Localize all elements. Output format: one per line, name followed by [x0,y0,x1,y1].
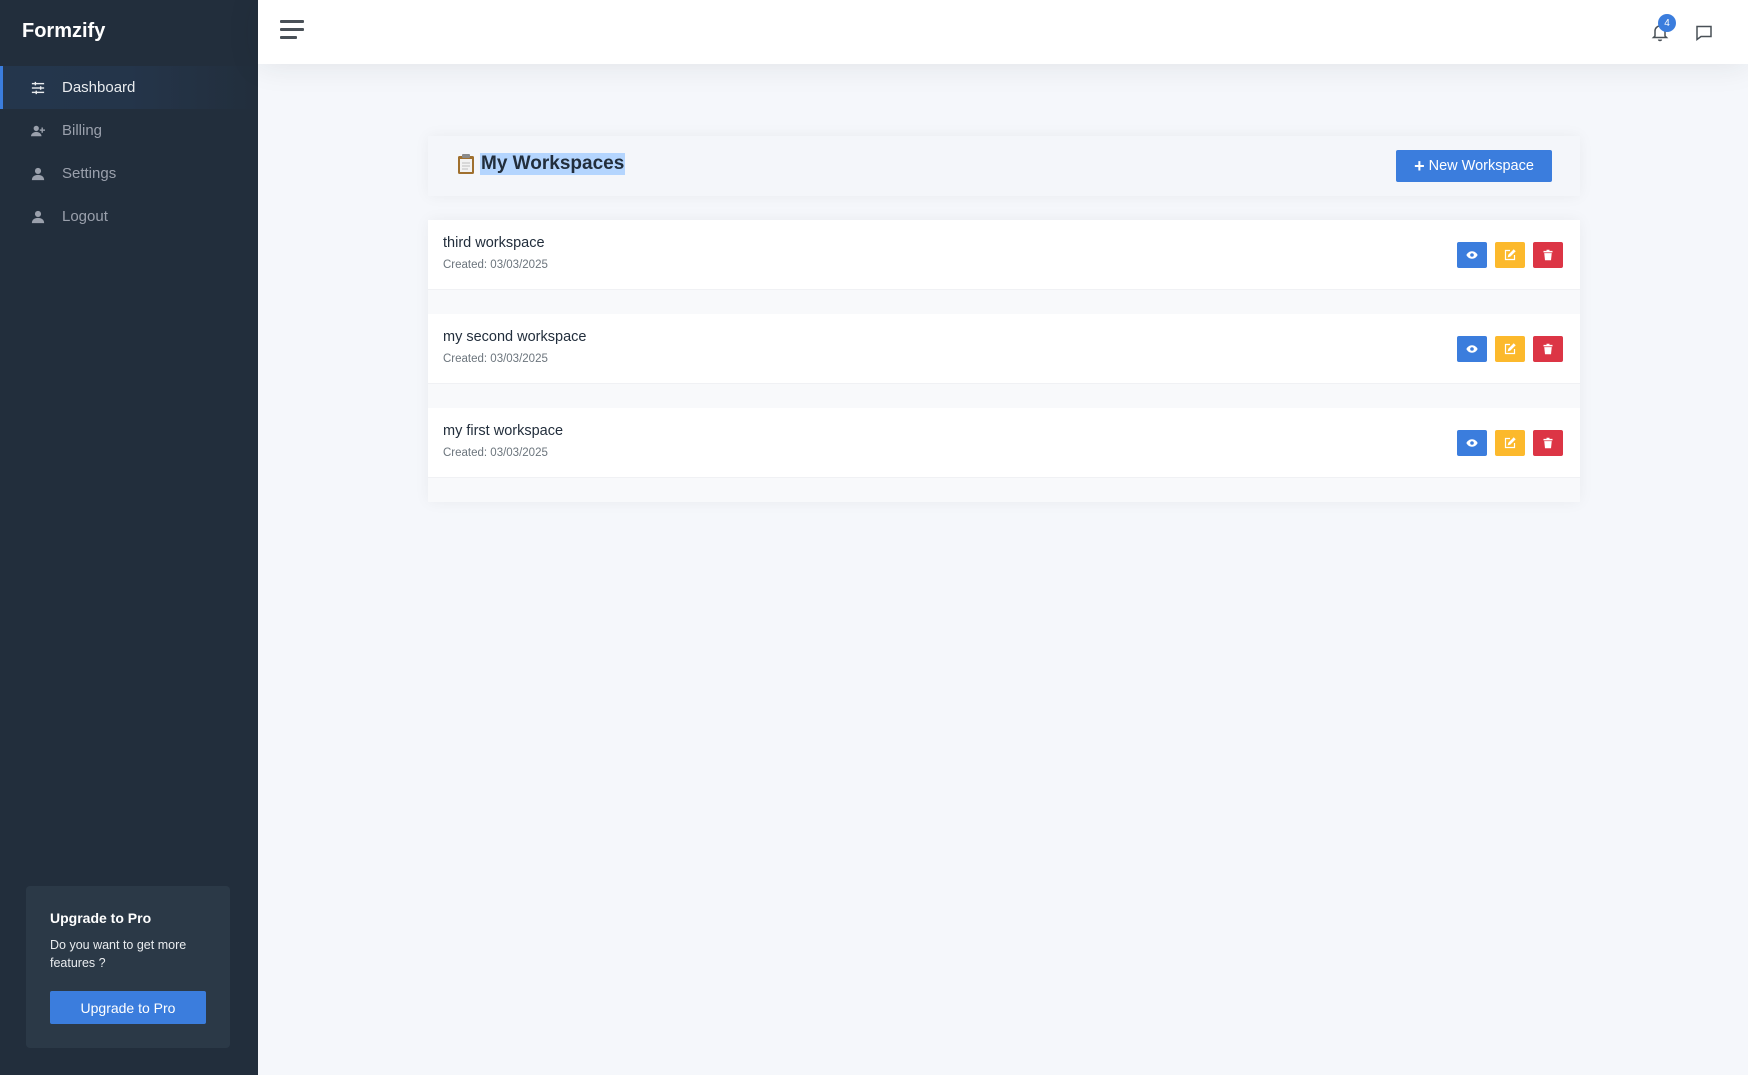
view-button[interactable] [1457,430,1487,456]
delete-button[interactable] [1533,430,1563,456]
edit-icon [1504,343,1516,355]
sidebar-item-settings[interactable]: Settings [0,152,258,195]
sidebar-item-dashboard[interactable]: Dashboard [0,66,258,109]
workspace-name[interactable]: my second workspace [443,329,586,345]
hamburger-menu-icon[interactable] [280,20,306,42]
upgrade-title: Upgrade to Pro [50,910,152,926]
trash-icon [1543,437,1553,449]
sliders-icon [29,79,47,97]
upgrade-text: Do you want to get more features ? [50,938,187,970]
sidebar-item-label: Logout [62,208,108,225]
workspace-row[interactable]: my first workspace Created: 03/03/2025 [428,408,1580,478]
topbar [258,0,1748,64]
page-title: My Workspaces [456,153,626,175]
workspace-created-date: Created: 03/03/2025 [443,353,548,365]
workspace-row[interactable]: third workspace Created: 03/03/2025 [428,220,1580,290]
workspace-name[interactable]: my first workspace [443,423,563,439]
eye-icon [1466,251,1478,259]
upgrade-card: Upgrade to Pro Do you want to get more f… [26,886,230,1048]
brand-logo[interactable]: Formzify [22,20,105,43]
view-button[interactable] [1457,336,1487,362]
view-button[interactable] [1457,242,1487,268]
edit-button[interactable] [1495,430,1525,456]
edit-button[interactable] [1495,336,1525,362]
eye-icon [1466,439,1478,447]
sidebar-item-billing[interactable]: Billing [0,109,258,152]
workspace-created-date: Created: 03/03/2025 [443,447,548,459]
user-plus-icon [29,122,47,140]
user-icon [29,208,47,226]
workspace-list: third workspace Created: 03/03/2025 my s… [428,220,1580,502]
eye-icon [1466,345,1478,353]
user-icon [29,165,47,183]
edit-icon [1504,249,1516,261]
trash-icon [1543,343,1553,355]
workspaces-header: My Workspaces + New Workspace [428,136,1580,196]
delete-button[interactable] [1533,242,1563,268]
page-title-text: My Workspaces [480,153,626,175]
notification-badge: 4 [1658,14,1676,32]
workspace-created-date: Created: 03/03/2025 [443,259,548,271]
new-workspace-button[interactable]: + New Workspace [1396,150,1552,182]
clipboard-icon [456,153,476,175]
new-workspace-label: New Workspace [1428,158,1534,174]
sidebar-nav: Dashboard Billing Settings Logout [0,66,258,238]
sidebar-item-logout[interactable]: Logout [0,195,258,238]
delete-button[interactable] [1533,336,1563,362]
edit-button[interactable] [1495,242,1525,268]
workspace-row[interactable]: my second workspace Created: 03/03/2025 [428,314,1580,384]
edit-icon [1504,437,1516,449]
message-icon[interactable] [1694,23,1714,43]
plus-icon: + [1414,156,1425,176]
workspace-name[interactable]: third workspace [443,235,545,251]
upgrade-button[interactable]: Upgrade to Pro [50,991,206,1024]
sidebar-item-label: Settings [62,165,117,182]
sidebar: Formzify Dashboard Billing Settings Logo… [0,0,258,1075]
sidebar-item-label: Dashboard [62,79,136,96]
trash-icon [1543,249,1553,261]
sidebar-item-label: Billing [62,122,103,139]
